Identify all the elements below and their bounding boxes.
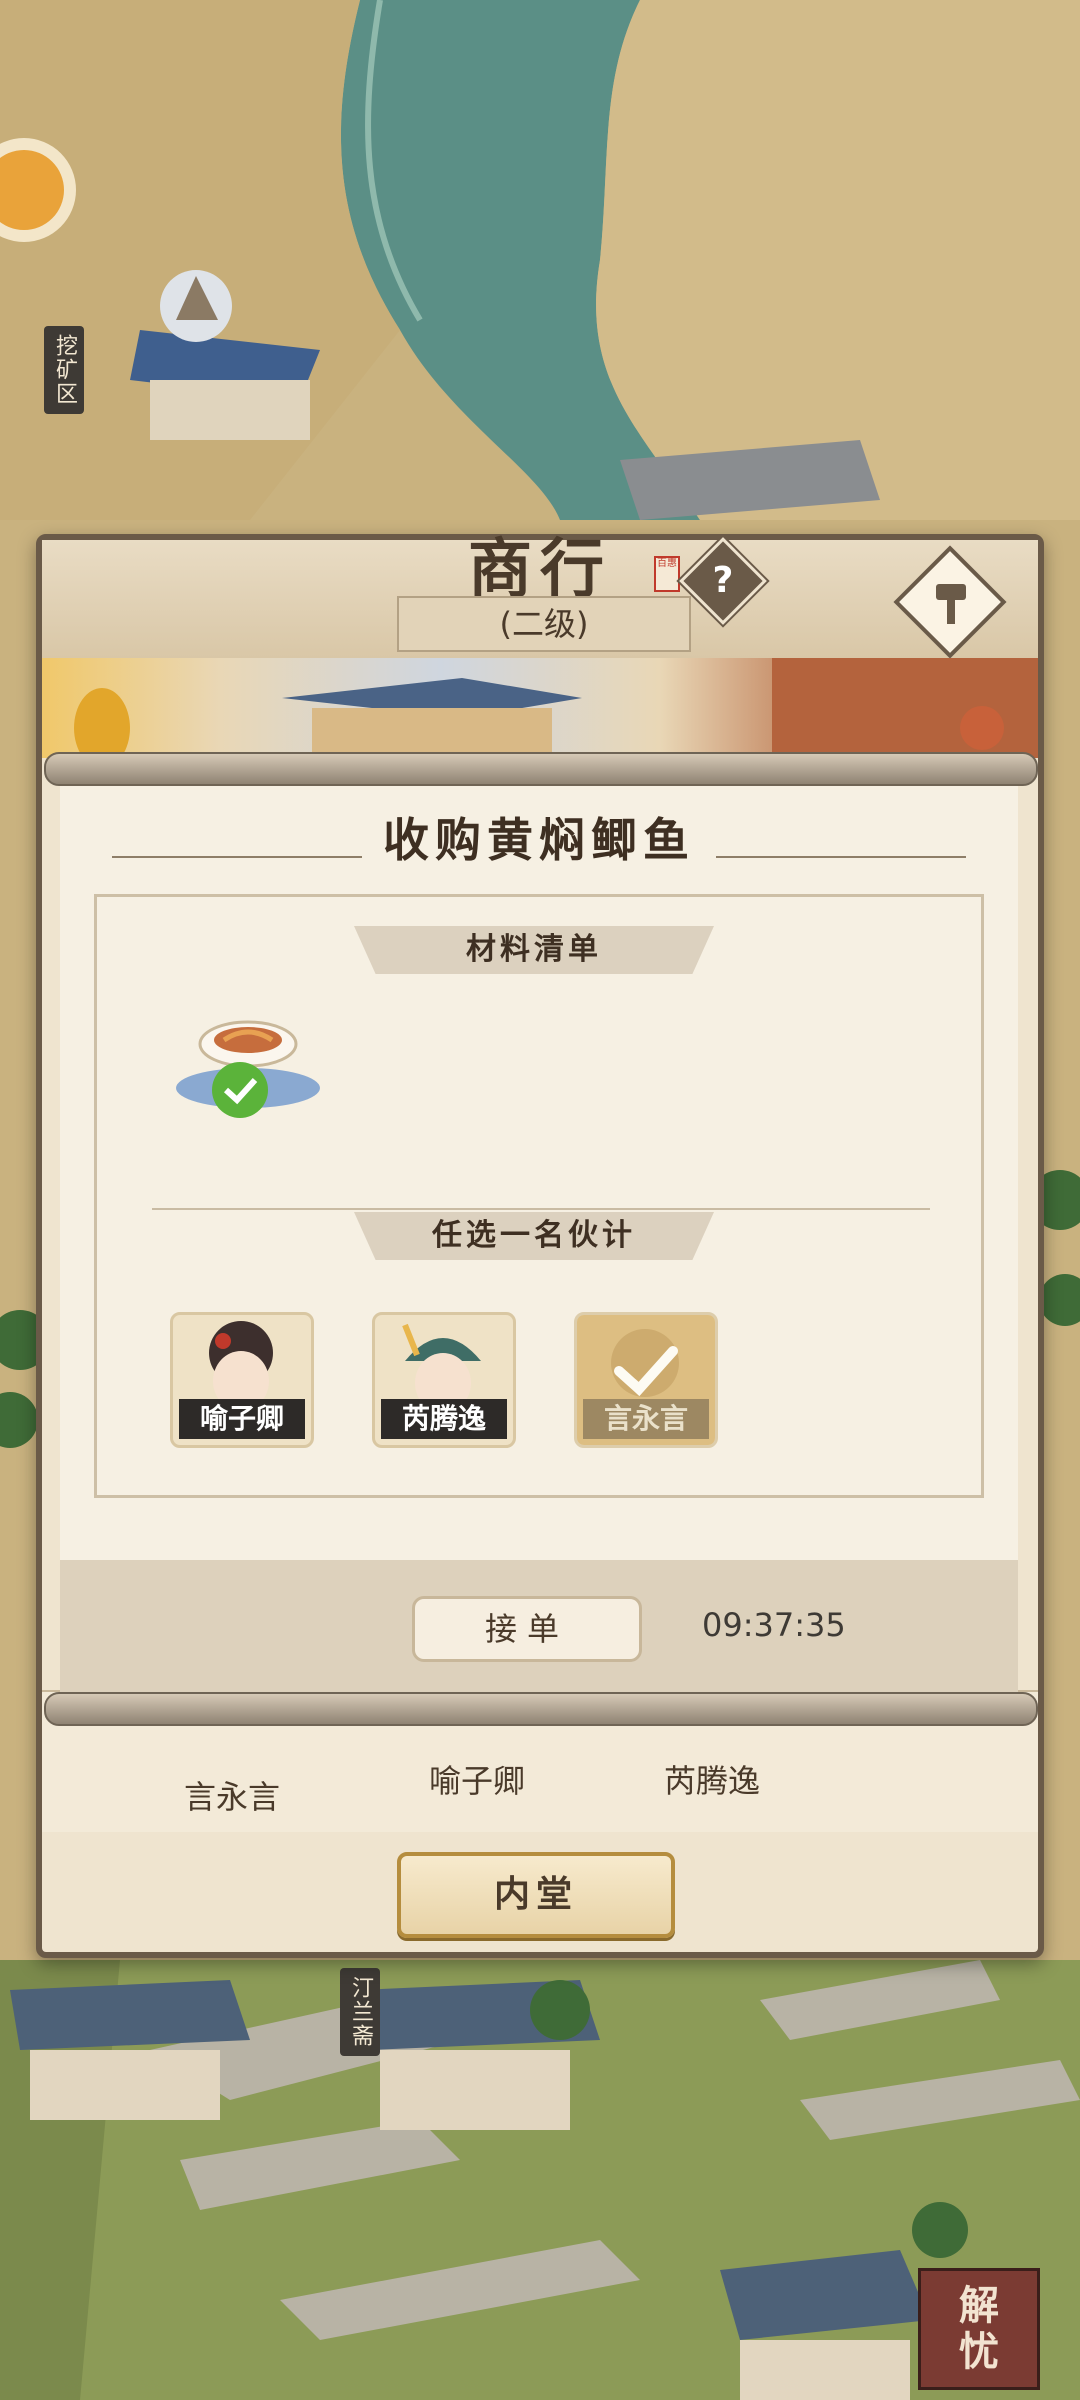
dialog-title: 收购黄焖鲫鱼 — [383, 813, 695, 867]
title-seal: 百惠 — [654, 556, 680, 592]
relief-label-2: 忧 — [959, 2329, 999, 2375]
hammer-icon — [936, 584, 966, 624]
staff-card-selected[interactable]: 言永言 — [574, 1312, 718, 1448]
roster-name[interactable]: 喻子卿 — [377, 1756, 577, 1802]
panel-header: 商行 百惠 ? (二级) — [42, 532, 1038, 661]
relief-button[interactable]: 解 忧 — [918, 2268, 1040, 2390]
staff-name: 言永言 — [583, 1399, 709, 1439]
scroll-roller-bottom — [44, 1692, 1038, 1726]
material-item-braised-crucian[interactable] — [176, 1014, 320, 1124]
purchase-order-dialog: 收购黄焖鲫鱼 材料清单 任选一名伙计 喻子卿 芮腾逸 言永言 接单 09:37:… — [44, 752, 1038, 1726]
staff-card[interactable]: 喻子卿 — [170, 1312, 314, 1448]
check-icon — [614, 1346, 678, 1397]
choose-staff-header: 任选一名伙计 — [354, 1212, 714, 1260]
staff-name: 芮腾逸 — [381, 1399, 507, 1439]
question-icon: ? — [712, 560, 734, 601]
scroll-roller-top — [44, 752, 1038, 786]
roster-name[interactable]: 言永言 — [132, 1772, 332, 1818]
shop-scene — [42, 658, 1038, 758]
inner-hall-button[interactable]: 内堂 — [397, 1852, 675, 1938]
relief-label-1: 解 — [959, 2283, 999, 2329]
check-icon — [212, 1062, 268, 1118]
accept-order-button[interactable]: 接单 — [412, 1596, 642, 1662]
mining-area-label[interactable]: 挖矿区 — [44, 326, 84, 414]
panel-level: (二级) — [397, 596, 691, 652]
section-divider — [152, 1208, 930, 1210]
roster-name[interactable]: 芮腾逸 — [612, 1756, 812, 1802]
materials-header: 材料清单 — [354, 926, 714, 974]
tinglan-label[interactable]: 汀兰斋 — [340, 1968, 380, 2056]
staff-name: 喻子卿 — [179, 1399, 305, 1439]
staff-card[interactable]: 芮腾逸 — [372, 1312, 516, 1448]
countdown-timer: 09:37:35 — [702, 1606, 846, 1644]
